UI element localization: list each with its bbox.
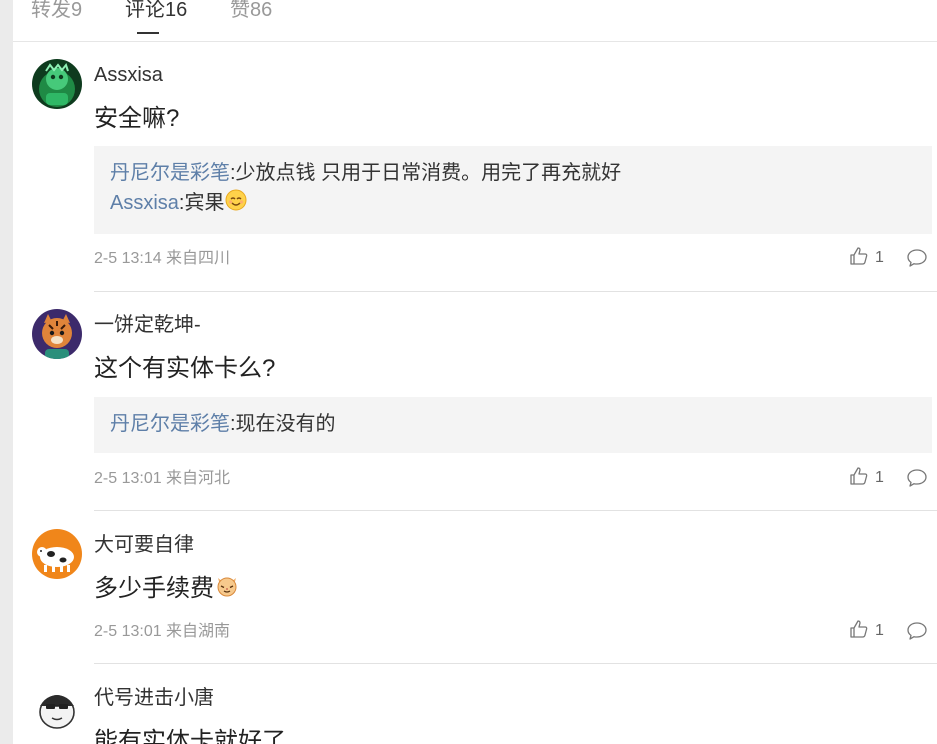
reply-username[interactable]: 丹尼尔是彩笔 [110, 162, 230, 184]
comment-text: 安全嘛? [94, 105, 180, 132]
reply-username[interactable]: 丹尼尔是彩笔 [110, 413, 230, 435]
like-button[interactable]: 1 [849, 246, 884, 271]
comment-username[interactable]: Assxisa [94, 62, 163, 88]
reply-text: :现在没有的 [230, 413, 336, 435]
like-count: 1 [875, 469, 884, 486]
avatar[interactable] [32, 59, 82, 109]
comment-text-content: 多少手续费 [94, 575, 214, 602]
comment-text: 多少手续费 [94, 573, 239, 607]
thumbs-up-icon [849, 246, 869, 271]
avatar[interactable]: 帅哥 [32, 682, 82, 732]
comment-timestamp: 2-5 13:14 来自四川 [94, 250, 231, 267]
avatar[interactable] [32, 309, 82, 359]
reply-item: Assxisa:宾果 [110, 188, 916, 220]
cat-emoji-icon [215, 574, 239, 607]
comments-panel: 转发9 评论16 赞86 Assxisa 安全嘛? 丹尼尔是彩笔:少放点钱 只用… [13, 0, 937, 744]
comment-reply-icon[interactable] [906, 620, 928, 642]
comment-timestamp: 2-5 13:01 来自湖南 [94, 623, 231, 640]
reply-list: 丹尼尔是彩笔:现在没有的 [94, 397, 932, 453]
comment-username[interactable]: 代号进击小唐 [94, 685, 214, 711]
thumbs-up-icon [849, 466, 869, 491]
tab-comments[interactable]: 评论16 [125, 0, 187, 26]
reply-item: 丹尼尔是彩笔:现在没有的 [110, 409, 916, 439]
tab-repost[interactable]: 转发9 [31, 0, 82, 26]
reply-text: :宾果 [178, 192, 225, 214]
comment-text: 能有实体卡就好了 [94, 728, 286, 744]
comment-divider [94, 663, 937, 664]
comment-divider [94, 291, 937, 292]
reply-text: :少放点钱 只用于日常消费。用完了再充就好 [230, 162, 622, 184]
like-button[interactable]: 1 [849, 466, 884, 491]
avatar-badge-text: 帅哥 [49, 686, 65, 695]
reply-username[interactable]: Assxisa [110, 192, 179, 214]
reply-list: 丹尼尔是彩笔:少放点钱 只用于日常消费。用完了再充就好 Assxisa:宾果 [94, 146, 932, 234]
comment-timestamp: 2-5 13:01 来自河北 [94, 470, 231, 487]
comment-username[interactable]: 大可要自律 [94, 532, 194, 558]
tab-likes[interactable]: 赞86 [230, 0, 272, 26]
like-button[interactable]: 1 [849, 619, 884, 644]
like-count: 1 [875, 249, 884, 266]
thumbs-up-icon [849, 619, 869, 644]
tab-bar: 转发9 评论16 赞86 [13, 0, 937, 42]
smile-emoji-icon [225, 189, 247, 220]
avatar[interactable] [32, 529, 82, 579]
active-tab-indicator [137, 32, 159, 34]
reply-item: 丹尼尔是彩笔:少放点钱 只用于日常消费。用完了再充就好 [110, 158, 916, 188]
comment-text: 这个有实体卡么? [94, 355, 276, 382]
comment-reply-icon[interactable] [906, 247, 928, 269]
comment-divider [94, 510, 937, 511]
like-count: 1 [875, 622, 884, 639]
comment-reply-icon[interactable] [906, 467, 928, 489]
comment-username[interactable]: 一饼定乾坤- [94, 312, 201, 338]
